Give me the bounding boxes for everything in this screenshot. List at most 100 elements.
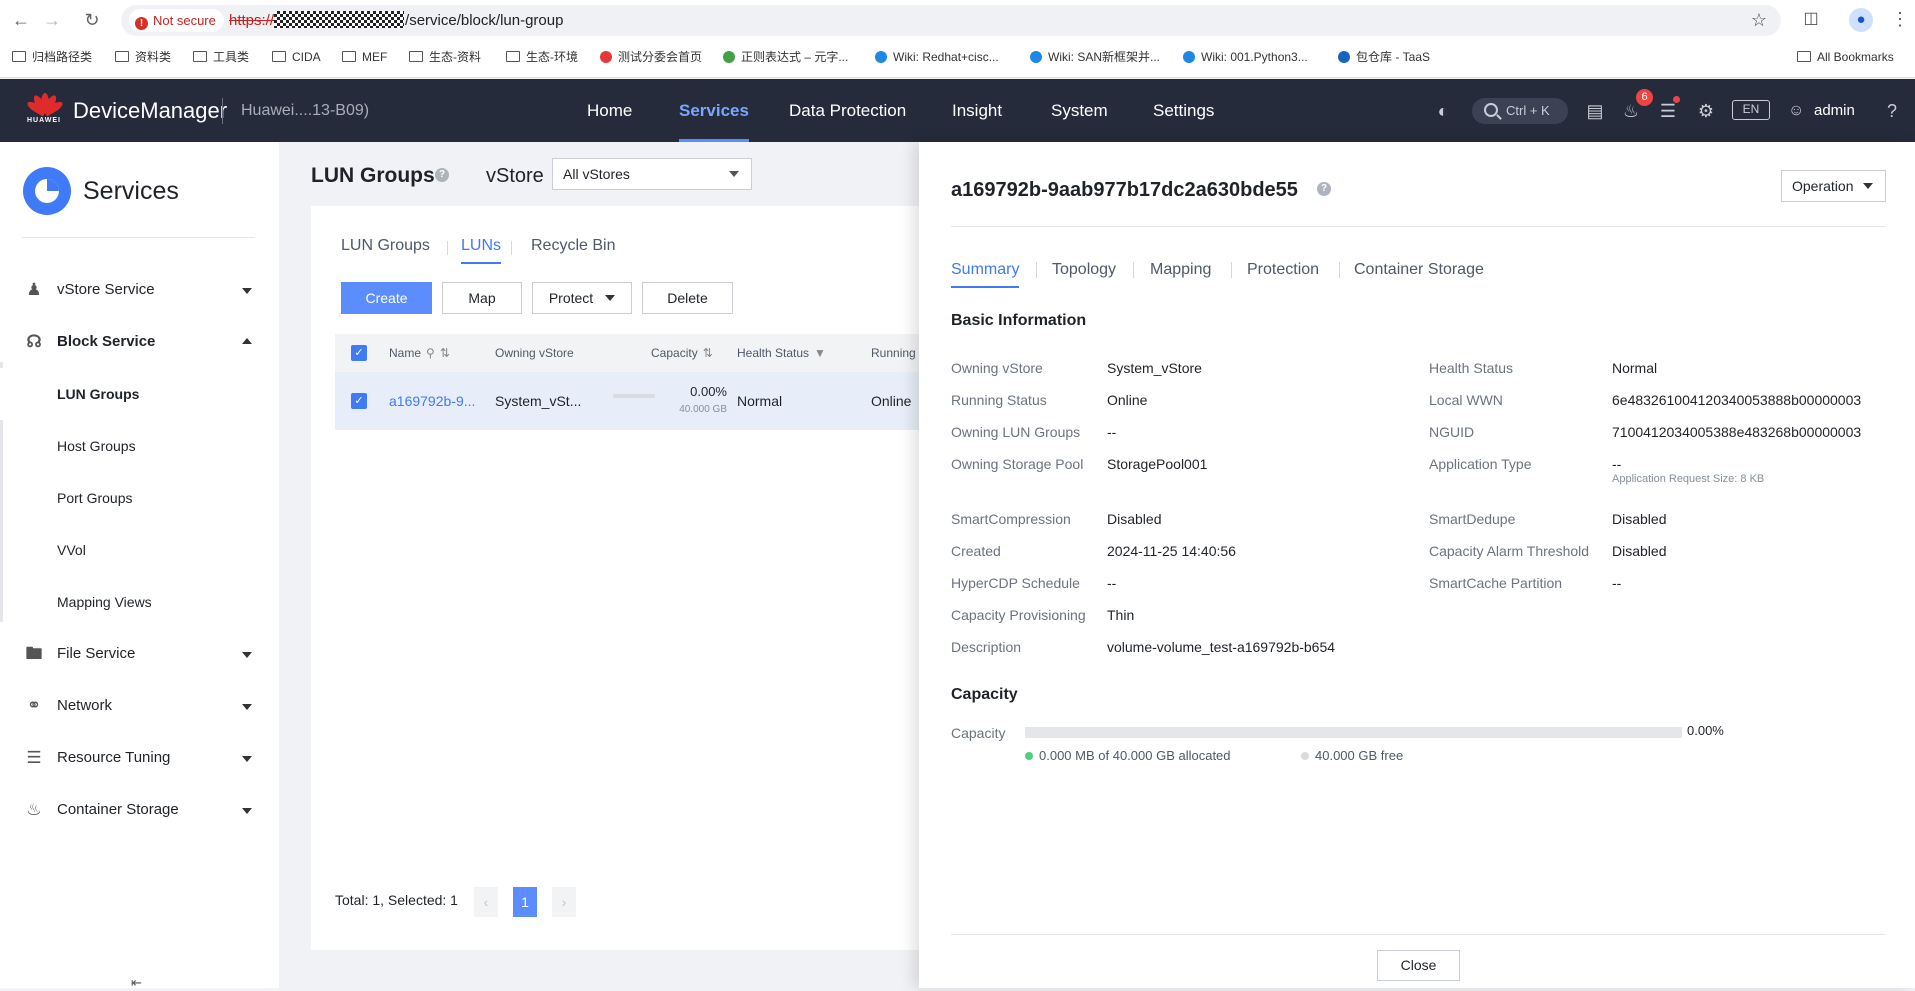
row-checkbox[interactable]: ✓ — [351, 393, 367, 409]
device-name[interactable]: Huawei....13-B09) — [241, 79, 369, 142]
user-menu[interactable]: ☺ admin — [1788, 79, 1855, 142]
sidebar-group-network[interactable]: ⚭ Network — [0, 680, 279, 732]
language-toggle[interactable]: EN — [1732, 100, 1770, 120]
help-icon[interactable]: ? — [1880, 99, 1904, 123]
allocated-dot — [1025, 752, 1033, 760]
tab-separator — [1133, 262, 1134, 278]
extensions-icon[interactable]: ◫ — [1800, 8, 1822, 30]
capacity-bar — [1025, 727, 1682, 738]
back-icon[interactable]: ← — [9, 8, 33, 32]
sort-icon[interactable]: ⇅ — [703, 334, 713, 372]
delete-button[interactable]: Delete — [642, 282, 733, 314]
sidebar-item-host-groups[interactable]: Host Groups — [0, 420, 279, 472]
bookmark-item[interactable]: Wiki: SAN新框架并... — [1030, 44, 1160, 70]
sidebar-item-mapping-views[interactable]: Mapping Views — [0, 576, 279, 628]
tab-mapping[interactable]: Mapping — [1150, 252, 1211, 288]
folder-icon — [506, 51, 520, 62]
bookmark-item[interactable]: 包仓库 - TaaS — [1338, 44, 1430, 70]
next-page-button[interactable]: › — [552, 887, 576, 917]
protect-button[interactable]: Protect — [532, 282, 632, 314]
global-search[interactable]: Ctrl + K — [1472, 98, 1568, 124]
lun-name-link[interactable]: a169792b-9... — [389, 372, 475, 430]
table-row[interactable]: ✓ a169792b-9... System_vSt... 0.00% 40.0… — [335, 372, 931, 430]
logo-text: HUAWEI — [27, 117, 61, 124]
bookmark-item[interactable]: CIDA — [272, 44, 321, 70]
field-label: NGUID — [1429, 424, 1475, 440]
bookmark-star-icon[interactable]: ☆ — [1751, 5, 1767, 36]
column-health-status: Health Status ▼ — [737, 334, 826, 372]
sidebar-group-file-service[interactable]: 🖿 File Service — [0, 628, 279, 680]
field-label: SmartCompression — [951, 511, 1071, 527]
security-chip[interactable]: ! Not secure — [129, 9, 224, 32]
tab-luns[interactable]: LUNs — [461, 228, 502, 264]
bookmark-item[interactable]: 归档路径类 — [12, 44, 92, 70]
sidebar-item-lun-groups[interactable]: LUN Groups — [0, 368, 279, 420]
sidebar-divider — [22, 237, 255, 238]
profile-avatar[interactable]: ● — [1849, 8, 1873, 32]
collapse-sidebar-icon[interactable]: ⇤ — [131, 975, 142, 991]
sidebar-group-container-storage[interactable]: ♨ Container Storage — [0, 784, 279, 836]
theme-icon[interactable]: ◐ — [1431, 99, 1455, 123]
bookmark-item[interactable]: 正则表达式 – 元字... — [723, 44, 848, 70]
nav-home[interactable]: Home — [587, 79, 632, 142]
nav-services[interactable]: Services — [679, 79, 749, 142]
help-icon[interactable]: ? — [1317, 182, 1331, 196]
folder-icon — [193, 51, 207, 62]
all-bookmarks[interactable]: All Bookmarks — [1797, 44, 1894, 70]
vstore-select[interactable]: All vStores — [552, 158, 752, 190]
reload-icon[interactable]: ↻ — [80, 8, 104, 32]
nav-settings[interactable]: Settings — [1153, 79, 1214, 142]
search-icon[interactable]: ⚲ — [426, 334, 435, 372]
sidebar-item-port-groups[interactable]: Port Groups — [0, 472, 279, 524]
sidebar-group-block-service[interactable]: ☊ Block Service — [0, 316, 279, 368]
drawer-divider — [951, 226, 1886, 227]
close-button[interactable]: Close — [1377, 950, 1460, 981]
tasks-icon[interactable]: ▤ — [1583, 99, 1607, 123]
browser-menu-icon[interactable]: ⋮ — [1891, 8, 1909, 32]
filter-icon[interactable]: ▼ — [814, 334, 826, 372]
tab-lun-groups[interactable]: LUN Groups — [341, 228, 430, 264]
url-text[interactable]: https:///service/block/lun-group — [229, 5, 563, 36]
gear-icon[interactable]: ⚙ — [1694, 99, 1718, 123]
nav-insight[interactable]: Insight — [952, 79, 1002, 142]
bookmark-item[interactable]: Wiki: 001.Python3... — [1183, 44, 1308, 70]
create-button[interactable]: Create — [341, 282, 432, 314]
bookmarks-bar: 归档路径类 资料类 工具类 CIDA MEF 生态-资料 生态-环境 测试分委会首页 正则表达式… — [0, 44, 1915, 70]
field-value: Thin — [1107, 607, 1135, 623]
bookmark-item[interactable]: 工具类 — [193, 44, 249, 70]
tab-recycle-bin[interactable]: Recycle Bin — [531, 228, 615, 264]
bookmark-item[interactable]: 生态-环境 — [506, 44, 578, 70]
tab-topology[interactable]: Topology — [1052, 252, 1116, 288]
sidebar-item-vvol[interactable]: VVol — [0, 524, 279, 576]
select-all-checkbox[interactable]: ✓ — [351, 345, 367, 361]
tab-protection[interactable]: Protection — [1247, 252, 1319, 288]
tab-container-storage[interactable]: Container Storage — [1354, 252, 1484, 288]
capacity-heading: Capacity — [951, 686, 1018, 703]
bookmark-item[interactable]: 资料类 — [115, 44, 171, 70]
chevron-down-icon — [242, 288, 252, 294]
address-bar[interactable]: ! Not secure https:///service/block/lun-g… — [121, 5, 1781, 36]
chevron-down-icon — [242, 756, 252, 762]
bookmark-item[interactable]: 测试分委会首页 — [600, 44, 702, 70]
sidebar-group-resource-tuning[interactable]: ☰ Resource Tuning — [0, 732, 279, 784]
operation-dropdown[interactable]: Operation — [1781, 170, 1886, 202]
map-button[interactable]: Map — [442, 282, 522, 314]
bookmark-item[interactable]: Wiki: Redhat+cisc... — [875, 44, 999, 70]
tab-summary[interactable]: Summary — [951, 252, 1020, 288]
database-icon: ☊ — [26, 332, 42, 351]
nav-system[interactable]: System — [1051, 79, 1108, 142]
page-1-button[interactable]: 1 — [513, 887, 537, 917]
bookmark-item[interactable]: MEF — [342, 44, 387, 70]
row-capacity-bar — [613, 394, 655, 398]
forward-icon[interactable]: → — [40, 8, 64, 32]
prev-page-button[interactable]: ‹ — [474, 887, 498, 917]
sidebar-group-vstore-service[interactable]: ♟ vStore Service — [0, 264, 279, 316]
chevron-down-icon — [242, 808, 252, 814]
bookmark-item[interactable]: 生态-资料 — [409, 44, 481, 70]
sort-icon[interactable]: ⇅ — [440, 334, 450, 372]
nav-data-protection[interactable]: Data Protection — [789, 79, 906, 142]
help-icon[interactable]: ? — [435, 168, 449, 182]
app-request-size: Application Request Size: 8 KB — [1612, 473, 1765, 485]
column-running: Running — [871, 346, 916, 360]
users-icon: ♟ — [26, 280, 42, 299]
